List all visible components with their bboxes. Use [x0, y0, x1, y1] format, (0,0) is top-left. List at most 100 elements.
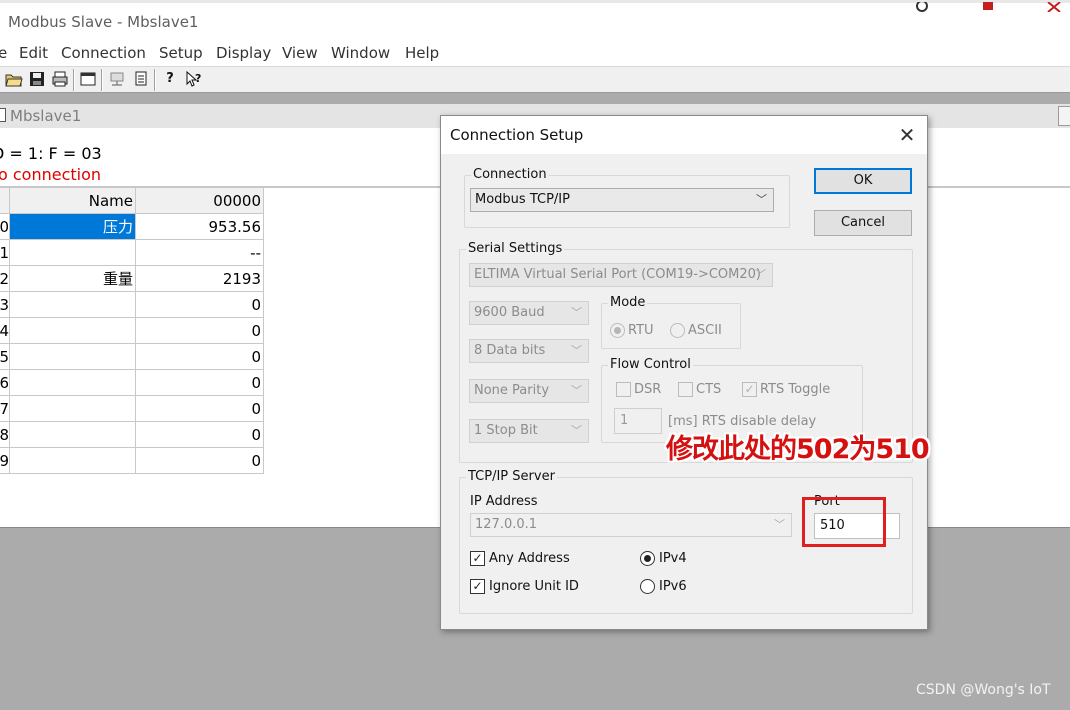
open-folder-icon[interactable]: [5, 70, 23, 88]
row-name-cell[interactable]: [10, 448, 136, 474]
rts-toggle-checkbox[interactable]: ✓: [742, 382, 757, 397]
row-value-cell[interactable]: 0: [136, 422, 264, 448]
row-name-cell[interactable]: [10, 396, 136, 422]
row-value-cell[interactable]: 0: [136, 448, 264, 474]
row-index-cell: 9: [0, 448, 10, 474]
rtu-radio[interactable]: [610, 323, 625, 338]
row-name-cell[interactable]: [10, 422, 136, 448]
slave-id-function-info: D = 1: F = 03: [0, 144, 102, 163]
document-icon: [0, 108, 6, 122]
parity-select[interactable]: None Parity ﹀: [469, 379, 589, 403]
chevron-down-icon: ﹀: [774, 518, 785, 531]
baud-rate-select[interactable]: 9600 Baud ﹀: [469, 301, 589, 325]
row-value-cell[interactable]: 0: [136, 396, 264, 422]
row-name-cell[interactable]: [10, 344, 136, 370]
row-value-cell[interactable]: 0: [136, 344, 264, 370]
menu-view[interactable]: View: [282, 44, 318, 62]
annotation-highlight-box: [802, 497, 886, 547]
rts-delay-input[interactable]: 1: [614, 408, 662, 434]
mode-group: Mode RTU ASCII: [601, 295, 741, 349]
dialog-title: Connection Setup: [450, 126, 584, 144]
stop-bits-value: 1 Stop Bit: [474, 423, 538, 438]
print-preview-icon[interactable]: [132, 70, 150, 88]
connect-icon[interactable]: [108, 70, 126, 88]
dialog-close-icon[interactable]: ✕: [895, 123, 919, 147]
chevron-down-icon: ﹀: [571, 384, 582, 397]
row-index-cell: 8: [0, 422, 10, 448]
ignore-unit-id-checkbox[interactable]: ✓: [470, 579, 485, 594]
row-value-cell[interactable]: 953.56: [136, 214, 264, 240]
ok-button[interactable]: OK: [814, 168, 912, 194]
save-icon[interactable]: [28, 70, 46, 88]
row-value-cell[interactable]: --: [136, 240, 264, 266]
menu-file[interactable]: e: [0, 44, 7, 62]
tcpip-server-label: TCP/IP Server: [466, 469, 557, 484]
row-name-cell[interactable]: [10, 318, 136, 344]
context-help-icon[interactable]: ?: [184, 70, 202, 88]
connection-type-select[interactable]: Modbus TCP/IP ﹀: [470, 188, 774, 212]
close-icon[interactable]: [1046, 0, 1062, 13]
radio-selected-dot: [644, 555, 651, 562]
menu-help[interactable]: Help: [405, 44, 439, 62]
connection-group-label: Connection: [471, 167, 549, 182]
ipv4-radio[interactable]: [640, 551, 655, 566]
connection-setup-dialog: Connection Setup ✕ Connection Modbus TCP…: [440, 115, 928, 630]
restore-icon[interactable]: [980, 0, 996, 10]
table-row: 2 重量 2193: [0, 266, 264, 292]
row-index-cell: 5: [0, 344, 10, 370]
ignore-unit-id-label: Ignore Unit ID: [489, 579, 579, 594]
row-value-cell[interactable]: 0: [136, 292, 264, 318]
child-restore-button[interactable]: [1058, 106, 1070, 126]
menu-setup[interactable]: Setup: [159, 44, 203, 62]
ip-address-select[interactable]: 127.0.0.1 ﹀: [470, 513, 792, 537]
data-bits-select[interactable]: 8 Data bits ﹀: [469, 339, 589, 363]
app-title: Modbus Slave - Mbslave1: [8, 13, 199, 31]
row-name-cell[interactable]: 重量: [10, 266, 136, 292]
toolbar: ? ?: [0, 66, 1070, 93]
table-row: 40: [0, 318, 264, 344]
table-row: 90: [0, 448, 264, 474]
header-name-cell[interactable]: Name: [10, 188, 136, 214]
dsr-label: DSR: [634, 382, 662, 397]
dsr-checkbox[interactable]: [616, 382, 631, 397]
minimize-icon[interactable]: [914, 0, 930, 12]
dialog-titlebar[interactable]: Connection Setup ✕: [441, 116, 927, 154]
row-name-cell[interactable]: [10, 292, 136, 318]
row-value-cell[interactable]: 0: [136, 318, 264, 344]
mode-label: Mode: [608, 295, 648, 310]
print-icon[interactable]: [51, 70, 69, 88]
toolbar-separator: [154, 69, 156, 91]
row-index-cell: 1: [0, 240, 10, 266]
menu-display[interactable]: Display: [216, 44, 271, 62]
serial-settings-label: Serial Settings: [466, 241, 565, 256]
header-address-cell[interactable]: 00000: [136, 188, 264, 214]
child-title: Mbslave1: [10, 107, 82, 125]
toolbar-separator: [73, 69, 75, 91]
menu-window[interactable]: Window: [331, 44, 390, 62]
row-name-cell[interactable]: [10, 370, 136, 396]
serial-port-select[interactable]: ELTIMA Virtual Serial Port (COM19->COM20…: [469, 263, 773, 287]
window-icon[interactable]: [79, 70, 97, 88]
chevron-down-icon: ﹀: [756, 193, 767, 206]
row-name-cell[interactable]: 压力: [10, 214, 136, 240]
ip-address-label: IP Address: [470, 494, 538, 509]
ascii-radio[interactable]: [670, 323, 685, 338]
menu-connection[interactable]: Connection: [61, 44, 146, 62]
row-name-cell[interactable]: [10, 240, 136, 266]
data-bits-value: 8 Data bits: [474, 343, 546, 358]
ascii-label: ASCII: [688, 323, 722, 338]
any-address-checkbox[interactable]: ✓: [470, 551, 485, 566]
toolbar-separator: [101, 69, 103, 91]
annotation-text: 修改此处的502为510: [666, 434, 930, 465]
stop-bits-select[interactable]: 1 Stop Bit ﹀: [469, 419, 589, 443]
menu-edit[interactable]: Edit: [19, 44, 48, 62]
table-row: 80: [0, 422, 264, 448]
row-value-cell[interactable]: 2193: [136, 266, 264, 292]
row-value-cell[interactable]: 0: [136, 370, 264, 396]
cts-checkbox[interactable]: [678, 382, 693, 397]
connection-group: Connection Modbus TCP/IP ﹀: [464, 167, 790, 228]
ipv6-radio[interactable]: [640, 579, 655, 594]
header-index-cell: [0, 188, 10, 214]
help-icon[interactable]: ?: [161, 70, 179, 88]
cancel-button[interactable]: Cancel: [814, 210, 912, 236]
